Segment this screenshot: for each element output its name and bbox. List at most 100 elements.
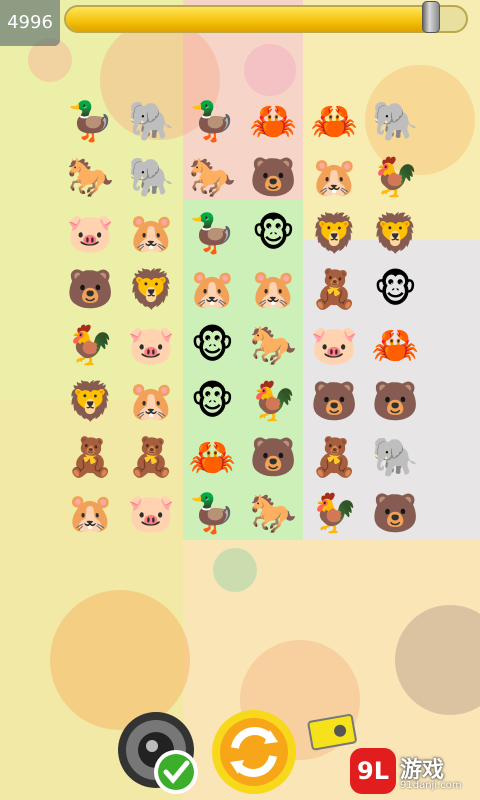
tile-rooster[interactable]: 🐓: [60, 317, 121, 373]
duck-icon: 🦆: [188, 99, 237, 143]
crab-icon: 🦀: [249, 99, 298, 143]
tile-monkey[interactable]: 🐵: [365, 261, 426, 317]
crab-icon: 🦀: [310, 99, 359, 143]
crab-icon: 🦀: [188, 435, 237, 479]
watermark-url: 91danji.com: [400, 780, 462, 791]
tile-hamster[interactable]: 🐹: [121, 205, 182, 261]
tile-bear[interactable]: 🐻: [60, 261, 121, 317]
tile-rooster[interactable]: 🐓: [365, 149, 426, 205]
tile-hamster[interactable]: 🐹: [60, 485, 121, 541]
timer-bar: [64, 5, 468, 33]
tile-bear[interactable]: 🐻: [365, 373, 426, 429]
cat-shape: [395, 605, 480, 715]
tile-elephant[interactable]: 🐘: [365, 93, 426, 149]
tile-bear[interactable]: 🐻: [304, 373, 365, 429]
hamster-icon: 🐹: [127, 211, 176, 255]
bear-icon: 🐻: [371, 379, 420, 423]
tile-pig[interactable]: 🐷: [304, 317, 365, 373]
checkmark-icon: [154, 750, 198, 794]
pig-icon: 🐷: [66, 211, 115, 255]
horse-icon: 🐎: [249, 323, 298, 367]
hamster-icon: 🐹: [310, 155, 359, 199]
tile-monkey[interactable]: 🐵: [182, 317, 243, 373]
tile-horse[interactable]: 🐎: [243, 485, 304, 541]
hint-button[interactable]: [306, 710, 360, 752]
tile-teddy[interactable]: 🧸: [304, 261, 365, 317]
tile-lion[interactable]: 🦁: [121, 261, 182, 317]
horse-icon: 🐎: [249, 491, 298, 535]
tile-crab[interactable]: 🦀: [243, 93, 304, 149]
tile-rooster[interactable]: 🐓: [243, 373, 304, 429]
timer-fill: [66, 7, 434, 31]
rooster-icon: 🐓: [310, 491, 359, 535]
hamster-icon: 🐹: [66, 491, 115, 535]
hamster-icon: 🐹: [188, 267, 237, 311]
pig-icon: 🐷: [127, 491, 176, 535]
tile-lion[interactable]: 🦁: [365, 205, 426, 261]
game-board: 🦆 🐘 🦆 🦀 🦀 🐘 🐎 🐘 🐎 🐻 🐹 🐓 🐷 🐹 🦆 🐵 🦁 🦁 🐻 🦁 🐹 🐹 🧸 🐵 🐓 🐷 🐵 🐎 🐷 🦀 🦁 🐹 🐵 🐓 🐻 🐻 🧸 🧸 🦀 🐻…: [60, 93, 426, 541]
refresh-button[interactable]: [210, 708, 298, 796]
tile-crab[interactable]: 🦀: [182, 429, 243, 485]
hint-icon: [307, 714, 357, 751]
sound-button[interactable]: [110, 706, 202, 798]
tile-monkey[interactable]: 🐵: [182, 373, 243, 429]
tile-lion[interactable]: 🦁: [304, 205, 365, 261]
duck-icon: 🦆: [66, 99, 115, 143]
tile-lion[interactable]: 🦁: [60, 373, 121, 429]
tile-rooster[interactable]: 🐓: [304, 485, 365, 541]
elephant-icon: 🐘: [127, 155, 176, 199]
tile-hamster[interactable]: 🐹: [182, 261, 243, 317]
pig-icon: 🐷: [310, 323, 359, 367]
monkey-icon: 🐵: [190, 323, 235, 367]
tile-hamster[interactable]: 🐹: [304, 149, 365, 205]
tile-elephant[interactable]: 🐘: [365, 429, 426, 485]
tile-pig[interactable]: 🐷: [60, 205, 121, 261]
bear-icon: 🐻: [249, 435, 298, 479]
tile-teddy[interactable]: 🧸: [121, 429, 182, 485]
tile-pig[interactable]: 🐷: [121, 317, 182, 373]
pig-icon: 🐷: [127, 323, 176, 367]
tile-bear[interactable]: 🐻: [365, 485, 426, 541]
tile-teddy[interactable]: 🧸: [60, 429, 121, 485]
lion-icon: 🦁: [127, 267, 176, 311]
bear-icon: 🐻: [371, 491, 420, 535]
bear-icon: 🐻: [310, 379, 359, 423]
tile-bear[interactable]: 🐻: [243, 149, 304, 205]
tile-crab[interactable]: 🦀: [304, 93, 365, 149]
elephant-icon: 🐘: [371, 435, 420, 479]
tile-elephant[interactable]: 🐘: [121, 149, 182, 205]
tile-teddy[interactable]: 🧸: [304, 429, 365, 485]
tile-duck[interactable]: 🦆: [182, 205, 243, 261]
tile-elephant[interactable]: 🐘: [121, 93, 182, 149]
hamster-icon: 🐹: [127, 379, 176, 423]
hamster-icon: 🐹: [249, 267, 298, 311]
tile-hamster[interactable]: 🐹: [121, 373, 182, 429]
bear-icon: 🐻: [66, 267, 115, 311]
rooster-icon: 🐓: [371, 155, 420, 199]
tile-monkey[interactable]: 🐵: [243, 205, 304, 261]
refresh-icon: [212, 710, 296, 794]
tile-horse[interactable]: 🐎: [243, 317, 304, 373]
tile-hamster[interactable]: 🐹: [243, 261, 304, 317]
tile-duck[interactable]: 🦆: [182, 93, 243, 149]
tile-pig[interactable]: 🐷: [121, 485, 182, 541]
monkey-icon: 🐵: [251, 211, 296, 255]
tile-duck[interactable]: 🦆: [182, 485, 243, 541]
heart-shape: [213, 548, 257, 592]
rooster-icon: 🐓: [249, 379, 298, 423]
elephant-icon: 🐘: [371, 99, 420, 143]
timer-knob: [421, 1, 440, 33]
lion-icon: 🦁: [310, 211, 359, 255]
tile-bear[interactable]: 🐻: [243, 429, 304, 485]
watermark-logo: 9L: [350, 748, 396, 794]
watermark: 9L 游戏 91danji.com: [350, 748, 474, 794]
elephant-icon: 🐘: [127, 99, 176, 143]
bear-icon: 🐻: [249, 155, 298, 199]
tile-horse[interactable]: 🐎: [182, 149, 243, 205]
teddy-icon: 🧸: [66, 435, 115, 479]
monkey-icon: 🐵: [373, 267, 418, 311]
lion-icon: 🦁: [66, 379, 115, 423]
tile-duck[interactable]: 🦆: [60, 93, 121, 149]
tile-crab[interactable]: 🦀: [365, 317, 426, 373]
tile-horse[interactable]: 🐎: [60, 149, 121, 205]
